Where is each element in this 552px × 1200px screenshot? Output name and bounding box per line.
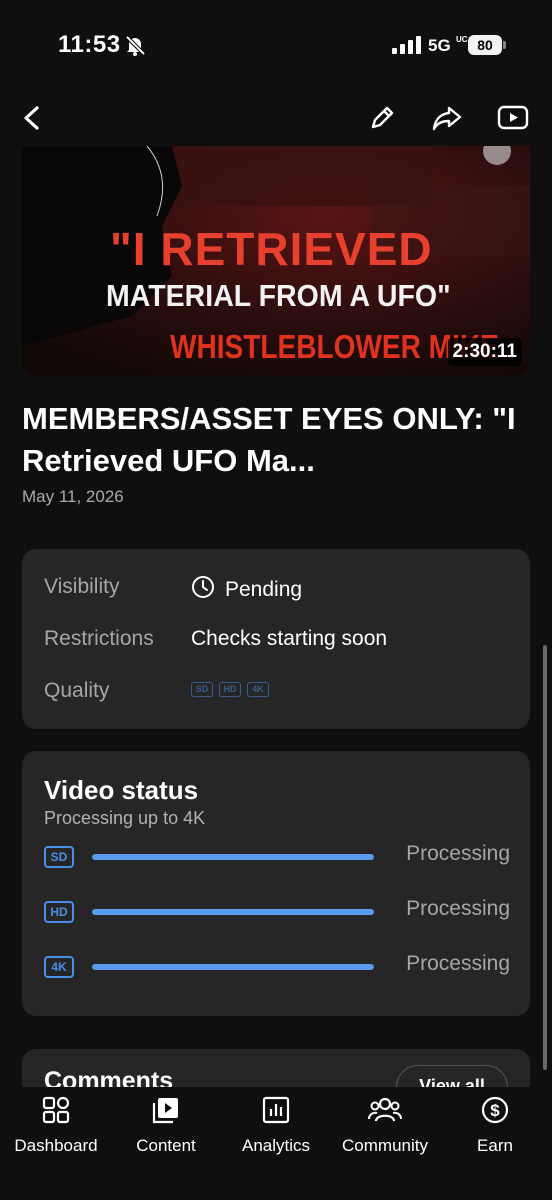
thumbnail-text-line2: MATERIAL FROM A UFO" [106,278,451,313]
signal-icon [392,36,422,59]
nav-item-community[interactable]: Community [330,1095,440,1156]
nav-item-dashboard[interactable]: Dashboard [1,1095,111,1156]
bottom-nav: Dashboard Content Analytics Community $ … [0,1087,552,1200]
progress-fill-hd [92,909,374,915]
resolution-badge-hd: HD [44,901,74,923]
nav-label-analytics: Analytics [241,1136,311,1155]
network-label: 5G [428,36,451,55]
svg-text:$: $ [490,1101,500,1120]
nav-label-dashboard: Dashboard [14,1136,98,1155]
nav-item-analytics[interactable]: Analytics [221,1095,331,1156]
share-icon[interactable] [427,98,467,138]
dashboard-icon [41,1095,71,1130]
video-thumbnail[interactable]: "I RETRIEVED MATERIAL FROM A UFO" WHISTL… [22,146,530,376]
nav-label-earn: Earn [477,1136,513,1155]
progress-bar-4k [92,964,374,970]
nav-item-earn[interactable]: $ Earn [440,1095,550,1156]
processing-status-sd: Processing [406,842,510,865]
quality-badges: SD HD 4K [191,682,275,697]
progress-fill-4k [92,964,374,970]
processing-row-hd: HD Processing [44,897,510,929]
video-status-title: Video status [44,775,199,805]
progress-bar-sd [92,854,374,860]
bell-muted-icon [124,34,146,61]
analytics-icon [261,1095,291,1130]
processing-row-sd: SD Processing [44,842,510,874]
quality-badge-hd: HD [219,682,241,697]
details-card: Visibility Pending Restrictions Checks s… [22,549,530,729]
community-icon [368,1095,402,1130]
nav-label-community: Community [342,1136,428,1155]
progress-fill-sd [92,854,374,860]
quality-label: Quality [44,679,110,702]
quality-badge-sd: SD [191,682,213,697]
processing-status-4k: Processing [406,952,510,975]
video-status-subtitle: Processing up to 4K [44,808,206,828]
video-status-card: Video status Processing up to 4K SD Proc… [22,751,530,1016]
video-title: MEMBERS/ASSET EYES ONLY: "I Retrieved UF… [22,401,516,478]
status-time: 11:53 [58,31,121,58]
restrictions-value[interactable]: Checks starting soon [191,627,387,651]
thumbnail-text-line1: "I RETRIEVED [110,223,433,275]
earn-icon: $ [480,1095,510,1130]
resolution-badge-sd: SD [44,846,74,868]
back-arrow-icon[interactable] [12,98,52,138]
battery-indicator: 80 [468,35,502,55]
youtube-play-icon[interactable] [493,98,533,138]
processing-status-hd: Processing [406,897,510,920]
nav-label-content: Content [136,1136,196,1155]
battery-tip [503,41,506,49]
visibility-value[interactable]: Pending [191,575,302,605]
status-bar: 11:53 5G UC 80 [0,0,552,90]
quality-badge-4k: 4K [247,682,269,697]
processing-row-4k: 4K Processing [44,952,510,984]
content-icon [151,1095,181,1130]
video-duration: 2:30:11 [447,338,522,366]
network-sub-label: UC [456,35,468,44]
visibility-value-text: Pending [225,578,303,601]
scrollbar[interactable] [543,645,547,1070]
nav-item-content[interactable]: Content [111,1095,221,1156]
edit-pencil-icon[interactable] [362,98,402,138]
visibility-label: Visibility [44,575,120,598]
progress-bar-hd [92,909,374,915]
app-header [0,90,552,146]
resolution-badge-4k: 4K [44,956,74,978]
clock-icon [191,575,215,605]
video-date: May 11, 2026 [22,487,124,506]
restrictions-label: Restrictions [44,627,154,650]
